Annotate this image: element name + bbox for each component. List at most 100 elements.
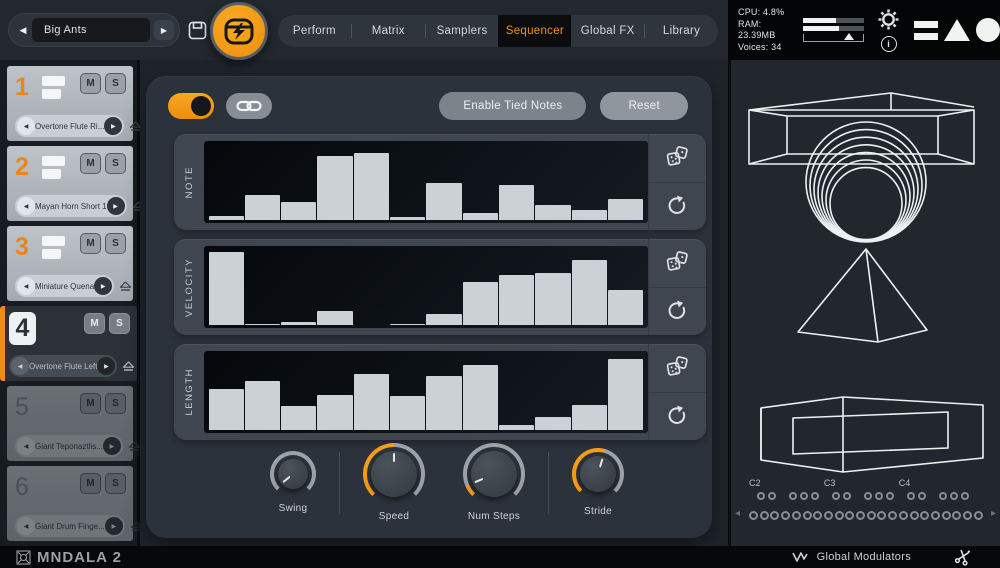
randomize-button[interactable] — [649, 239, 706, 287]
global-modulators-label[interactable]: Global Modulators — [817, 551, 911, 563]
solo-button[interactable]: S — [109, 313, 130, 334]
step-bar[interactable] — [317, 395, 352, 430]
tab-samplers[interactable]: Samplers — [426, 15, 499, 47]
mute-button[interactable]: M — [84, 313, 105, 334]
step-bar[interactable] — [317, 311, 352, 325]
step-bar[interactable] — [608, 290, 643, 325]
step-bar[interactable] — [281, 406, 316, 430]
solo-button[interactable]: S — [105, 153, 126, 174]
step-bar[interactable] — [608, 199, 643, 220]
step-bar[interactable] — [354, 374, 389, 430]
gear-icon[interactable] — [877, 8, 900, 31]
track-row-1[interactable]: 1MS◀Overtone Flute Ri...▶ — [7, 66, 133, 141]
preset-selector[interactable]: ◀Overtone Flute Ri...▶ — [15, 115, 124, 137]
randomize-button[interactable] — [649, 134, 706, 182]
eject-button[interactable] — [128, 441, 141, 452]
width-slider[interactable] — [803, 34, 864, 42]
slider-thumb-icon[interactable] — [844, 33, 854, 40]
track-row-6[interactable]: 6MS◀Giant Drum Finge...▶ — [7, 466, 133, 541]
preset-next-icon[interactable]: ▶ — [154, 20, 174, 40]
preset-selector[interactable]: ◀Giant Teponaztlis...▶ — [15, 435, 123, 457]
prev-sample-icon[interactable]: ◀ — [17, 277, 35, 295]
row-reset-button[interactable] — [649, 287, 706, 336]
preset-name-field[interactable]: Big Ants — [32, 18, 150, 42]
step-bar[interactable] — [535, 205, 570, 220]
knob-stride[interactable] — [572, 448, 624, 500]
prev-sample-icon[interactable]: ◀ — [11, 357, 29, 375]
step-bar[interactable] — [499, 185, 534, 220]
step-bar[interactable] — [209, 252, 244, 325]
mute-button[interactable]: M — [80, 153, 101, 174]
eject-button[interactable] — [119, 281, 132, 292]
tab-perform[interactable]: Perform — [278, 15, 351, 47]
step-bar[interactable] — [209, 216, 244, 220]
step-bar[interactable] — [535, 417, 570, 430]
step-bar[interactable] — [390, 324, 425, 326]
solo-button[interactable]: S — [105, 73, 126, 94]
step-bar[interactable] — [572, 210, 607, 221]
prev-sample-icon[interactable]: ◀ — [17, 437, 35, 455]
preset-selector[interactable]: ◀Giant Drum Finge...▶ — [15, 515, 125, 537]
link-button[interactable] — [226, 93, 272, 119]
tab-matrix[interactable]: Matrix — [352, 15, 425, 47]
mute-button[interactable]: M — [80, 73, 101, 94]
step-bars-display[interactable] — [204, 141, 648, 223]
step-bar[interactable] — [354, 153, 389, 221]
preset-selector[interactable]: ◀Overtone Flute Left▶ — [9, 355, 117, 377]
solo-button[interactable]: S — [105, 473, 126, 494]
mntra-home-button[interactable] — [210, 2, 268, 60]
step-bar[interactable] — [426, 376, 461, 430]
track-row-2[interactable]: 2MS◀Mayan Horn Short 1▶ — [7, 146, 133, 221]
step-bar[interactable] — [463, 365, 498, 430]
step-bar[interactable] — [317, 156, 352, 220]
step-bar[interactable] — [390, 396, 425, 430]
knob-swing[interactable] — [270, 451, 316, 497]
step-bar[interactable] — [463, 213, 498, 220]
enable-tied-notes-button[interactable]: Enable Tied Notes — [439, 92, 586, 120]
next-sample-icon[interactable]: ▶ — [97, 357, 115, 375]
step-bar[interactable] — [499, 275, 534, 325]
step-bars-display[interactable] — [204, 351, 648, 433]
range-left-icon[interactable]: ◂ — [735, 508, 740, 519]
step-bar[interactable] — [390, 217, 425, 220]
prev-sample-icon[interactable]: ◀ — [17, 517, 35, 535]
step-bar[interactable] — [281, 202, 316, 220]
step-bar[interactable] — [245, 381, 280, 430]
eject-button[interactable] — [122, 361, 135, 372]
step-bar[interactable] — [463, 282, 498, 325]
track-row-4[interactable]: 4MS◀Overtone Flute Left▶ — [0, 306, 137, 381]
row-reset-button[interactable] — [649, 392, 706, 441]
step-bar[interactable] — [572, 260, 607, 325]
step-bars-display[interactable] — [204, 246, 648, 328]
next-sample-icon[interactable]: ▶ — [103, 437, 121, 455]
panic-button[interactable] — [955, 549, 972, 566]
knob-num-steps[interactable] — [463, 443, 525, 505]
track-row-3[interactable]: 3MS◀Miniature Quena▶ — [7, 226, 133, 301]
range-right-icon[interactable]: ▸ — [991, 508, 996, 519]
randomize-button[interactable] — [649, 344, 706, 392]
solo-button[interactable]: S — [105, 233, 126, 254]
step-bar[interactable] — [245, 324, 280, 326]
step-bar[interactable] — [426, 314, 461, 325]
step-bar[interactable] — [245, 195, 280, 220]
track-row-5[interactable]: 5MS◀Giant Teponaztlis...▶ — [7, 386, 133, 461]
preset-selector[interactable]: ◀Miniature Quena▶ — [15, 275, 114, 297]
save-button[interactable] — [188, 21, 207, 45]
reset-button[interactable]: Reset — [600, 92, 688, 120]
step-bar[interactable] — [209, 389, 244, 430]
mute-button[interactable]: M — [80, 233, 101, 254]
solo-button[interactable]: S — [105, 393, 126, 414]
step-bar[interactable] — [426, 183, 461, 221]
mute-button[interactable]: M — [80, 473, 101, 494]
step-bar[interactable] — [608, 359, 643, 430]
preset-prev-icon[interactable]: ◀ — [14, 25, 32, 36]
preset-selector[interactable]: ◀Mayan Horn Short 1▶ — [15, 195, 127, 217]
step-bar[interactable] — [572, 405, 607, 430]
tab-global-fx[interactable]: Global FX — [571, 15, 644, 47]
next-sample-icon[interactable]: ▶ — [94, 277, 112, 295]
prev-sample-icon[interactable]: ◀ — [17, 197, 35, 215]
next-sample-icon[interactable]: ▶ — [105, 517, 123, 535]
step-bar[interactable] — [499, 425, 534, 430]
info-icon[interactable]: i — [881, 36, 897, 52]
tab-library[interactable]: Library — [645, 15, 718, 47]
